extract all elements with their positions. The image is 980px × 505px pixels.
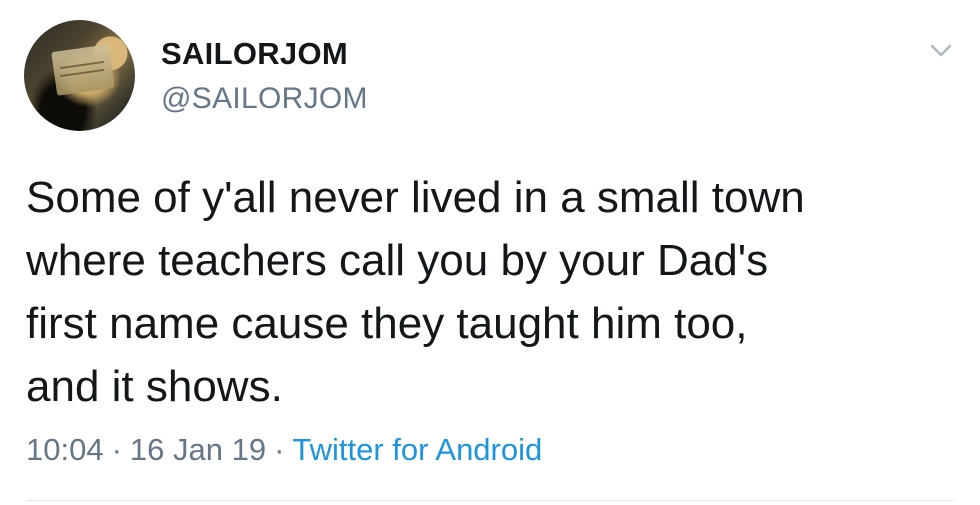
author-handle[interactable]: @SAILORJOM [161, 82, 368, 116]
meta-separator: · [111, 432, 122, 467]
tweet-date[interactable]: 16 Jan 19 [130, 432, 266, 467]
author-display-name[interactable]: SAILORJOM [161, 36, 348, 72]
chevron-down-icon[interactable] [929, 40, 953, 60]
tweet-text: Some of y'all never lived in a small tow… [26, 173, 805, 411]
avatar[interactable] [24, 20, 135, 131]
tweet-time[interactable]: 10:04 [26, 432, 104, 467]
tweet-card: SAILORJOM @SAILORJOM Some of y'all never… [0, 0, 980, 505]
tweet-source-link[interactable]: Twitter for Android [292, 432, 542, 467]
meta-separator: · [274, 432, 285, 467]
tweet-metadata: 10:04 · 16 Jan 19 · Twitter for Android [26, 432, 542, 468]
divider [26, 500, 954, 501]
avatar-photo-detail [51, 44, 115, 96]
